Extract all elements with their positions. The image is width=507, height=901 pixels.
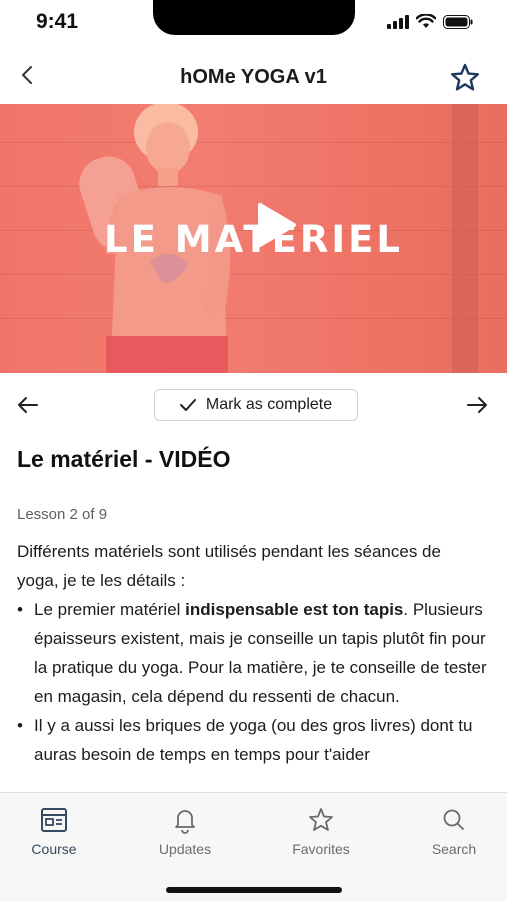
lesson-video[interactable]: LE MATERIEL (0, 104, 507, 373)
lesson-bullet-list: Le premier matériel indispensable est to… (17, 595, 487, 769)
tab-search-label: Search (431, 841, 477, 857)
list-item: Le premier matériel indispensable est to… (17, 595, 487, 711)
tab-favorites-label: Favorites (292, 841, 350, 857)
play-icon[interactable] (254, 202, 298, 248)
search-icon (443, 809, 464, 830)
device-notch (153, 0, 355, 35)
star-icon (309, 808, 333, 831)
tab-course[interactable]: Course (4, 805, 104, 857)
mark-as-complete-button[interactable]: Mark as complete (154, 389, 358, 421)
tab-course-label: Course (31, 841, 77, 857)
course-calendar-icon (41, 808, 67, 832)
bell-icon (175, 810, 195, 834)
lesson-body: Différents matériels sont utilisés penda… (17, 537, 487, 769)
navigation-bar: hOMe YOGA v1 (0, 50, 507, 104)
favorite-star-button[interactable] (449, 62, 481, 94)
status-time: 9:41 (36, 10, 79, 33)
bullet-bold-text: indispensable est ton tapis (185, 600, 404, 619)
page-title: hOMe YOGA v1 (180, 66, 327, 88)
wifi-icon (416, 14, 436, 28)
lesson-intro-paragraph: Différents matériels sont utilisés penda… (17, 542, 441, 590)
next-lesson-arrow-icon[interactable] (464, 392, 490, 418)
battery-icon (443, 14, 473, 29)
tab-favorites[interactable]: Favorites (271, 805, 371, 857)
home-indicator[interactable] (166, 887, 342, 893)
previous-lesson-arrow-icon[interactable] (15, 392, 41, 418)
lesson-title: Le matériel - VIDÉO (17, 446, 231, 472)
bullet-text: Il y a aussi les briques de yoga (ou des… (34, 716, 473, 764)
tab-updates[interactable]: Updates (135, 805, 235, 857)
lesson-progress-text: Lesson 2 of 9 (17, 506, 108, 523)
lesson-navigation: Mark as complete (0, 384, 507, 428)
tab-updates-label: Updates (158, 841, 212, 857)
checkmark-icon (179, 399, 196, 411)
bullet-text: Le premier matériel (34, 600, 186, 619)
mark-as-complete-label: Mark as complete (205, 396, 333, 413)
status-icons (387, 14, 473, 29)
cellular-signal-icon (387, 14, 409, 29)
status-bar: 9:41 (0, 0, 507, 50)
bottom-tab-bar: Course Updates Favorites Search (0, 792, 507, 901)
lesson-content: Le matériel - VIDÉO Lesson 2 of 9 Différ… (17, 440, 487, 769)
list-item: Il y a aussi les briques de yoga (ou des… (17, 711, 487, 769)
tab-search[interactable]: Search (404, 805, 504, 857)
